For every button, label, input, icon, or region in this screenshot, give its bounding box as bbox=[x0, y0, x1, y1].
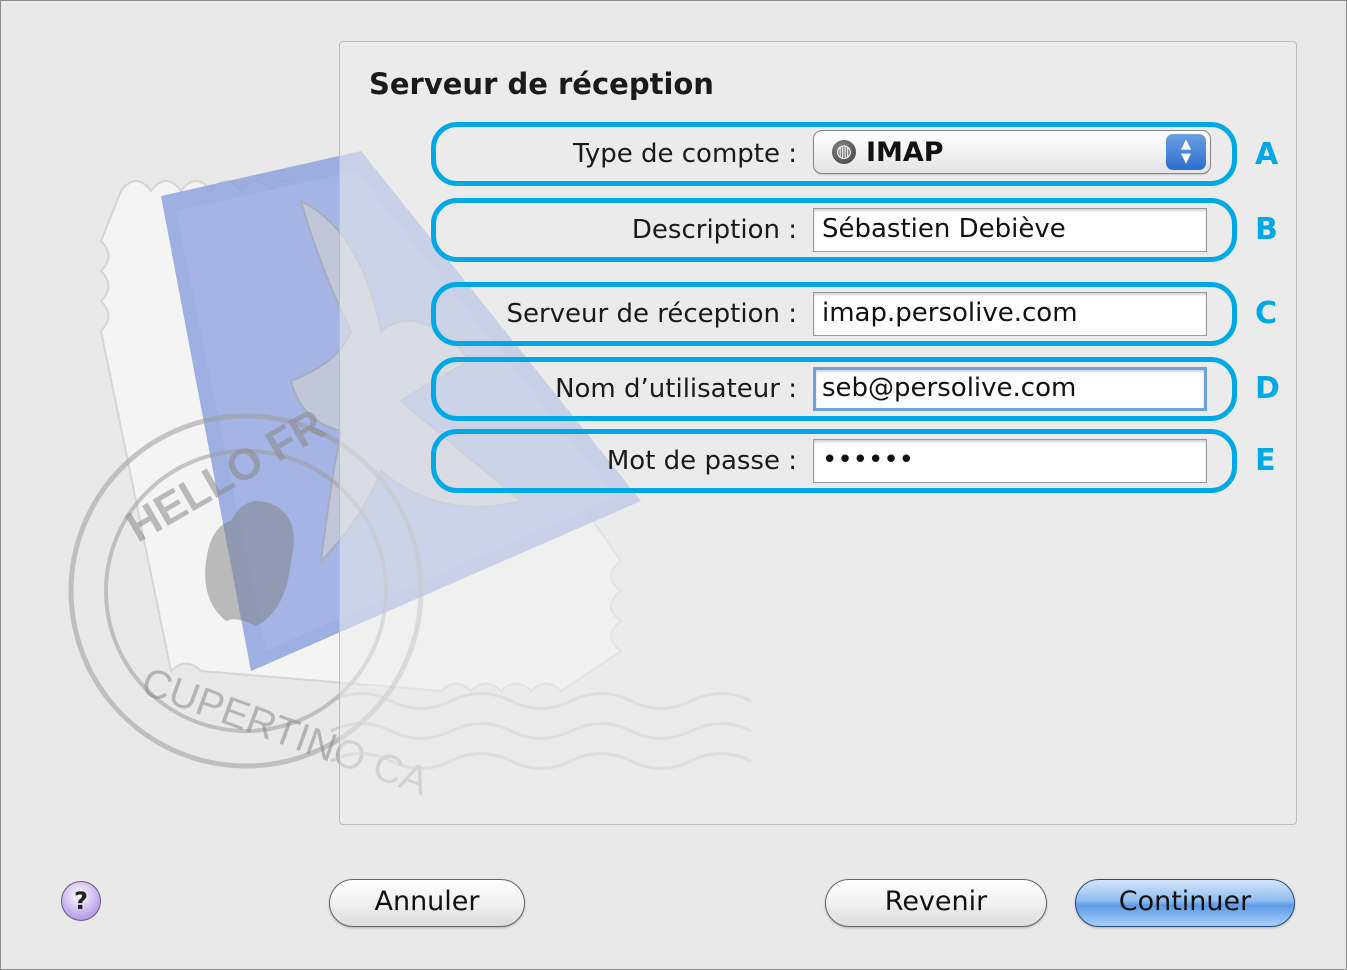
password-field[interactable]: •••••• bbox=[813, 439, 1207, 483]
annotation-letter-c: C bbox=[1255, 296, 1278, 331]
stamp-text-top: HELLO FR bbox=[118, 400, 333, 552]
dialog-sheet: HELLO FR CUPERTINO CA Serveur de récepti… bbox=[0, 0, 1347, 970]
popup-arrows-icon: ▲ ▼ bbox=[1166, 134, 1206, 170]
annotation-letter-a: A bbox=[1255, 137, 1279, 172]
continue-button[interactable]: Continuer bbox=[1075, 879, 1295, 927]
account-type-label: Type de compte : bbox=[573, 139, 797, 169]
annotation-letter-b: B bbox=[1255, 212, 1278, 247]
description-label: Description : bbox=[631, 215, 797, 245]
apple-logo-icon bbox=[205, 501, 294, 626]
password-label: Mot de passe : bbox=[606, 446, 797, 476]
username-label: Nom d’utilisateur : bbox=[555, 374, 797, 404]
username-field[interactable]: seb@persolive.com bbox=[813, 367, 1207, 411]
description-field[interactable]: Sébastien Debiève bbox=[813, 208, 1207, 252]
row-account-type: Type de compte : ◍ IMAP ▲ ▼ bbox=[431, 122, 1237, 186]
help-button[interactable]: ? bbox=[61, 881, 101, 921]
annotation-letter-d: D bbox=[1255, 371, 1280, 406]
incoming-server-label: Serveur de réception : bbox=[506, 299, 797, 329]
row-description: Description : Sébastien Debiève bbox=[431, 198, 1237, 262]
row-username: Nom d’utilisateur : seb@persolive.com bbox=[431, 357, 1237, 421]
incoming-server-field[interactable]: imap.persolive.com bbox=[813, 292, 1207, 336]
annotation-letter-e: E bbox=[1255, 443, 1276, 478]
cancel-button[interactable]: Annuler bbox=[329, 879, 525, 927]
account-type-value: IMAP bbox=[866, 136, 944, 168]
globe-icon: ◍ bbox=[832, 140, 856, 164]
account-type-popup[interactable]: ◍ IMAP ▲ ▼ bbox=[813, 130, 1211, 174]
panel-title: Serveur de réception bbox=[369, 67, 714, 101]
back-button[interactable]: Revenir bbox=[825, 879, 1047, 927]
row-incoming-server: Serveur de réception : imap.persolive.co… bbox=[431, 282, 1237, 346]
row-password: Mot de passe : •••••• bbox=[431, 429, 1237, 493]
